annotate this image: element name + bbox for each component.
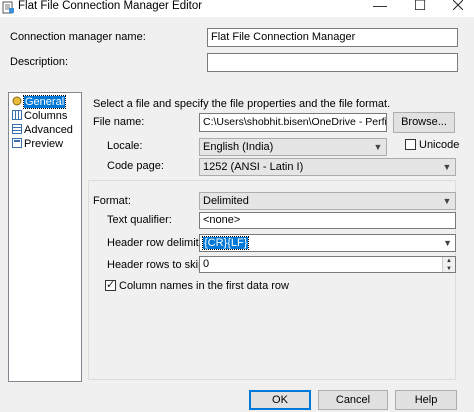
header-rows-skip-stepper[interactable]: 0 ▲ ▼ (199, 256, 456, 273)
close-icon (452, 0, 464, 11)
maximize-button[interactable]: ☐ (400, 0, 440, 16)
spin-up-icon[interactable]: ▲ (443, 257, 455, 265)
nav-item-general[interactable]: General (12, 95, 67, 109)
chevron-down-icon: ▼ (442, 162, 452, 172)
header-row-delimiter-select[interactable]: {CR}{LF} ▼ (199, 234, 456, 252)
advanced-icon (12, 124, 22, 134)
nav-item-columns[interactable]: Columns (12, 110, 67, 123)
column-names-checkbox[interactable] (105, 278, 116, 291)
preview-icon (12, 138, 22, 148)
file-name-label: File name: (93, 116, 145, 128)
format-value: Delimited (203, 195, 249, 207)
chevron-down-icon: ▼ (373, 142, 383, 152)
description-input[interactable] (207, 53, 458, 72)
nav-item-label: Advanced (24, 124, 73, 136)
ok-button[interactable]: OK (249, 390, 311, 410)
browse-button[interactable]: Browse... (393, 112, 455, 133)
columns-icon (12, 110, 22, 120)
nav-item-label: Columns (24, 110, 68, 122)
header-row-delimiter-value: {CR}{LF} (201, 236, 250, 250)
format-select[interactable]: Delimited ▼ (199, 192, 456, 210)
code-page-select[interactable]: 1252 (ANSI - Latin I) ▼ (199, 158, 456, 176)
header-row-delimiter-label: Header row delimiter: (107, 237, 212, 249)
nav-panel: General Columns Advanced Preview (8, 92, 82, 382)
text-qualifier-label: Text qualifier: (107, 214, 172, 226)
file-name-input[interactable]: C:\Users\shobhit.bisen\OneDrive - Perfic… (199, 113, 387, 132)
title-bar: Flat File Connection Manager Editor — ☐ (0, 0, 474, 17)
nav-item-label: Preview (24, 138, 64, 150)
instruction-text: Select a file and specify the file prope… (93, 98, 391, 110)
minimize-button[interactable]: — (360, 0, 400, 16)
locale-label: Locale: (107, 140, 143, 152)
spin-buttons[interactable]: ▲ ▼ (442, 257, 455, 272)
text-qualifier-input[interactable]: <none> (199, 212, 456, 229)
column-names-label: Column names in the first data row (119, 280, 289, 292)
connection-name-input[interactable]: Flat File Connection Manager (207, 28, 458, 47)
header-rows-skip-label: Header rows to skip: (107, 259, 208, 271)
spin-down-icon[interactable]: ▼ (443, 265, 455, 272)
cancel-button[interactable]: Cancel (318, 390, 388, 410)
general-icon (12, 96, 22, 106)
close-button[interactable] (438, 0, 474, 16)
window-title: Flat File Connection Manager Editor (18, 0, 203, 12)
nav-item-advanced[interactable]: Advanced (12, 124, 73, 137)
code-page-value: 1252 (ANSI - Latin I) (203, 161, 304, 173)
help-button[interactable]: Help (395, 390, 457, 410)
app-icon (2, 1, 14, 14)
nav-item-preview[interactable]: Preview (12, 138, 63, 151)
nav-item-label: General (22, 95, 67, 109)
connection-name-label: Connection manager name: (10, 31, 146, 43)
unicode-label: Unicode (419, 139, 460, 151)
header-rows-skip-value: 0 (203, 258, 210, 270)
code-page-label: Code page: (107, 160, 164, 172)
description-label: Description: (10, 56, 69, 68)
locale-select[interactable]: English (India) ▼ (199, 138, 387, 156)
chevron-down-icon: ▼ (442, 196, 452, 206)
locale-value: English (India) (203, 141, 274, 153)
format-label: Format: (93, 195, 131, 207)
unicode-checkbox[interactable] (405, 139, 416, 150)
chevron-down-icon: ▼ (443, 238, 452, 248)
